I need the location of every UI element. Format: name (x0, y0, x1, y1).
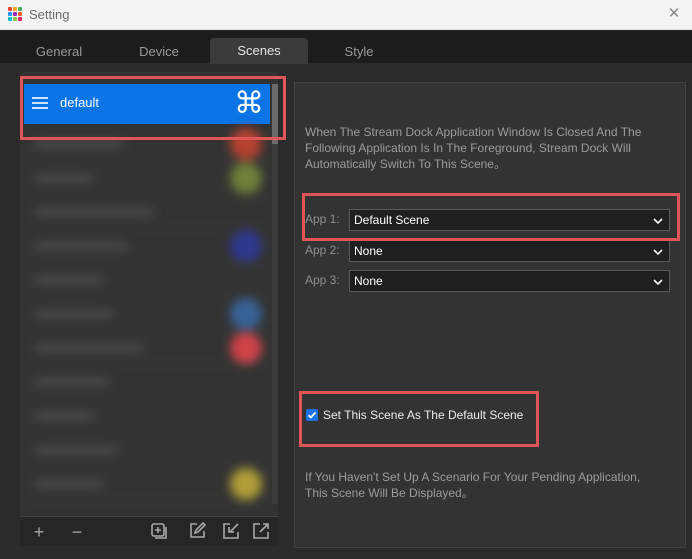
list-item[interactable] (24, 297, 270, 331)
auto-switch-description: When The Stream Dock Application Window … (305, 125, 642, 171)
list-item[interactable] (24, 365, 270, 399)
export-icon[interactable] (250, 521, 272, 543)
app-1-row: App 1: Default Scene (305, 209, 673, 231)
scene-item-default[interactable]: default ⌘ (24, 84, 270, 124)
chevron-down-icon (653, 218, 663, 225)
app-1-select[interactable]: Default Scene (349, 209, 670, 231)
tab-style[interactable]: Style (318, 39, 400, 64)
list-item[interactable] (24, 127, 270, 161)
app-2-select[interactable]: None (349, 240, 670, 262)
scene-item-label: default (60, 95, 100, 110)
tab-bar: General Device Scenes Style (0, 31, 692, 64)
app-grid-icon (8, 7, 23, 22)
app-1-value: Default Scene (354, 213, 430, 227)
chevron-down-icon (653, 249, 663, 256)
edit-icon[interactable] (186, 521, 208, 543)
chevron-down-icon (653, 279, 663, 286)
app-3-label: App 3: (305, 273, 340, 287)
app-2-label: App 2: (305, 243, 340, 257)
blurred-scene-items (24, 127, 270, 512)
app-3-value: None (354, 274, 383, 288)
menu-icon (32, 97, 48, 109)
default-scene-label[interactable]: Set This Scene As The Default Scene (323, 408, 523, 422)
list-item[interactable] (24, 195, 270, 229)
close-icon[interactable]: ✕ (662, 3, 686, 25)
checkmark-icon (307, 411, 317, 419)
remove-scene-button[interactable]: − (66, 521, 88, 543)
scene-toolbar: + − (20, 516, 278, 546)
default-scene-description: If You Haven't Set Up A Scenario For You… (305, 470, 641, 500)
list-item[interactable] (24, 399, 270, 433)
tab-general[interactable]: General (18, 39, 100, 64)
list-item[interactable] (24, 229, 270, 263)
scroll-thumb[interactable] (272, 84, 278, 144)
add-group-icon[interactable] (148, 521, 170, 543)
app-2-row: App 2: None (305, 240, 673, 262)
scrollbar[interactable] (272, 84, 278, 504)
command-icon: ⌘ (234, 87, 264, 120)
list-item[interactable] (24, 263, 270, 297)
list-item[interactable] (24, 433, 270, 467)
title-bar: Setting ✕ (0, 0, 692, 30)
app-3-select[interactable]: None (349, 270, 670, 292)
tab-scenes[interactable]: Scenes (210, 38, 308, 64)
app-2-value: None (354, 244, 383, 258)
list-item[interactable] (24, 331, 270, 365)
add-scene-button[interactable]: + (28, 521, 50, 543)
list-item[interactable] (24, 467, 270, 501)
import-icon[interactable] (220, 521, 242, 543)
app-3-row: App 3: None (305, 270, 673, 292)
scene-settings-panel: When The Stream Dock Application Window … (294, 82, 686, 548)
default-scene-checkbox[interactable] (306, 409, 318, 421)
app-1-label: App 1: (305, 212, 340, 226)
window-title: Setting (29, 7, 70, 22)
list-item[interactable] (24, 161, 270, 195)
tab-device[interactable]: Device (118, 39, 200, 64)
scene-list: default ⌘ (20, 72, 278, 516)
